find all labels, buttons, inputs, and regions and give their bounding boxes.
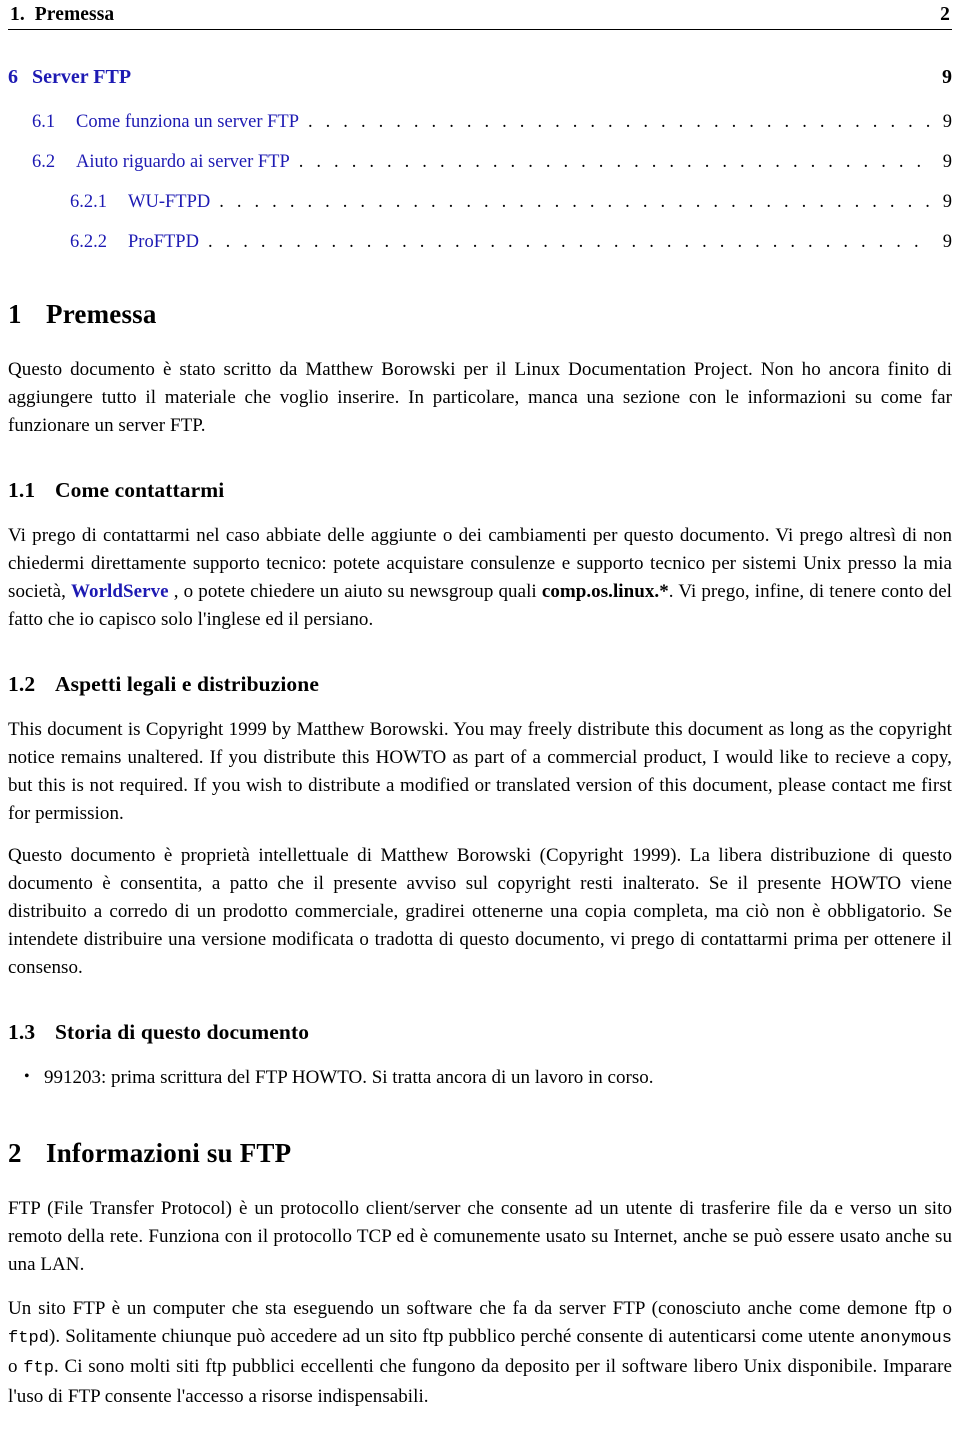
subsection-heading-come-contattarmi: 1.1 Come contattarmi (8, 478, 952, 503)
section-number: 2 (8, 1138, 22, 1168)
toc-entry-number: 6.2.1 (70, 192, 107, 212)
newsgroup-name: comp.os.linux.* (541, 581, 669, 602)
subsection-number: 1.3 (8, 1020, 36, 1044)
paragraph-text-part: . Ci sono molti siti ftp pubblici eccell… (8, 1356, 952, 1407)
paragraph-come-contattarmi: Vi prego di contattarmi nel caso abbiate… (8, 522, 952, 634)
code-ftp: ftp (23, 1359, 55, 1378)
worldserve-link[interactable]: WorldServe (71, 581, 169, 602)
paragraph-copyright-italian: Questo documento è proprietà intellettua… (8, 845, 952, 978)
toc-entry-6-2-2[interactable]: 6.2.2 ProFTPD . . . . . . . . . . . . . … (8, 232, 952, 253)
paragraph-premessa-intro: Questo documento è stato scritto da Matt… (8, 359, 952, 436)
running-header: 1. Premessa 2 (8, 0, 952, 30)
section-heading-premessa: 1 Premessa (8, 299, 952, 330)
list-item: 991203: prima scrittura del FTP HOWTO. S… (24, 1063, 952, 1092)
subsection-heading-aspetti-legali: 1.2 Aspetti legali e distribuzione (8, 672, 952, 697)
paragraph-text-part: ). Solitamente chiunque può accedere ad … (49, 1326, 860, 1347)
code-ftpd: ftpd (8, 1329, 50, 1348)
toc-entry-page: 9 (942, 152, 952, 172)
paragraph-text-part: , o potete chiedere un aiuto su newsgrou… (168, 581, 542, 602)
toc-entry-6-2[interactable]: 6.2 Aiuto riguardo ai server FTP . . . .… (8, 152, 952, 173)
toc-entry-page: 9 (942, 192, 952, 212)
section-number: 1 (8, 299, 22, 329)
document-page: 1. Premessa 2 6 Server FTP 9 6.1 Come fu… (0, 0, 960, 1455)
toc-entry-number: 6.1 (32, 112, 56, 132)
toc-entry-6-2-1[interactable]: 6.2.1 WU-FTPD . . . . . . . . . . . . . … (8, 192, 952, 213)
toc-leader-dots: . . . . . . . . . . . . . . . . . . . . … (219, 193, 932, 212)
section-title: Informazioni su FTP (46, 1138, 292, 1168)
toc-entry-page: 9 (942, 112, 952, 132)
paragraph-ftp-site: Un sito FTP è un computer che sta esegue… (8, 1295, 952, 1411)
toc-entry-6[interactable]: 6 Server FTP 9 (8, 66, 952, 89)
table-of-contents: 6 Server FTP 9 6.1 Come funziona un serv… (8, 66, 952, 253)
toc-entry-number: 6 (8, 66, 18, 88)
subsection-number: 1.1 (8, 478, 36, 502)
toc-leader-dots: . . . . . . . . . . . . . . . . . . . . … (207, 233, 932, 252)
toc-entry-title: ProFTPD (128, 232, 199, 252)
paragraph-text-part: o (8, 1356, 24, 1377)
toc-leader-dots: . . . . . . . . . . . . . . . . . . . . … (298, 153, 932, 172)
toc-entry-title: WU-FTPD (128, 192, 211, 212)
running-header-page-number: 2 (940, 4, 950, 25)
subsection-number: 1.2 (8, 672, 36, 696)
subsection-title: Aspetti legali e distribuzione (55, 672, 319, 696)
toc-entry-title: Server FTP (32, 66, 132, 88)
toc-entry-page: 9 (942, 232, 952, 252)
toc-leader-dots: . . . . . . . . . . . . . . . . . . . . … (308, 113, 932, 132)
subsection-heading-storia: 1.3 Storia di questo documento (8, 1020, 952, 1045)
history-list: 991203: prima scrittura del FTP HOWTO. S… (8, 1063, 952, 1092)
section-heading-informazioni: 2 Informazioni su FTP (8, 1138, 952, 1169)
toc-entry-title: Aiuto riguardo ai server FTP (76, 152, 290, 172)
toc-entry-number: 6.2 (32, 152, 56, 172)
code-anonymous: anonymous (859, 1329, 952, 1348)
toc-entry-6-1[interactable]: 6.1 Come funziona un server FTP . . . . … (8, 112, 952, 133)
toc-entry-title: Come funziona un server FTP (76, 112, 299, 132)
running-header-title: 1. Premessa (10, 4, 115, 25)
toc-entry-number: 6.2.2 (70, 232, 107, 252)
subsection-title: Come contattarmi (55, 478, 225, 502)
paragraph-copyright-english: This document is Copyright 1999 by Matth… (8, 719, 952, 824)
paragraph-text-part: Un sito FTP è un computer che sta esegue… (8, 1298, 952, 1319)
subsection-title: Storia di questo documento (55, 1020, 310, 1044)
section-title: Premessa (46, 299, 157, 329)
paragraph-ftp-definition: FTP (File Transfer Protocol) è un protoc… (8, 1198, 952, 1275)
toc-entry-page: 9 (942, 66, 952, 88)
